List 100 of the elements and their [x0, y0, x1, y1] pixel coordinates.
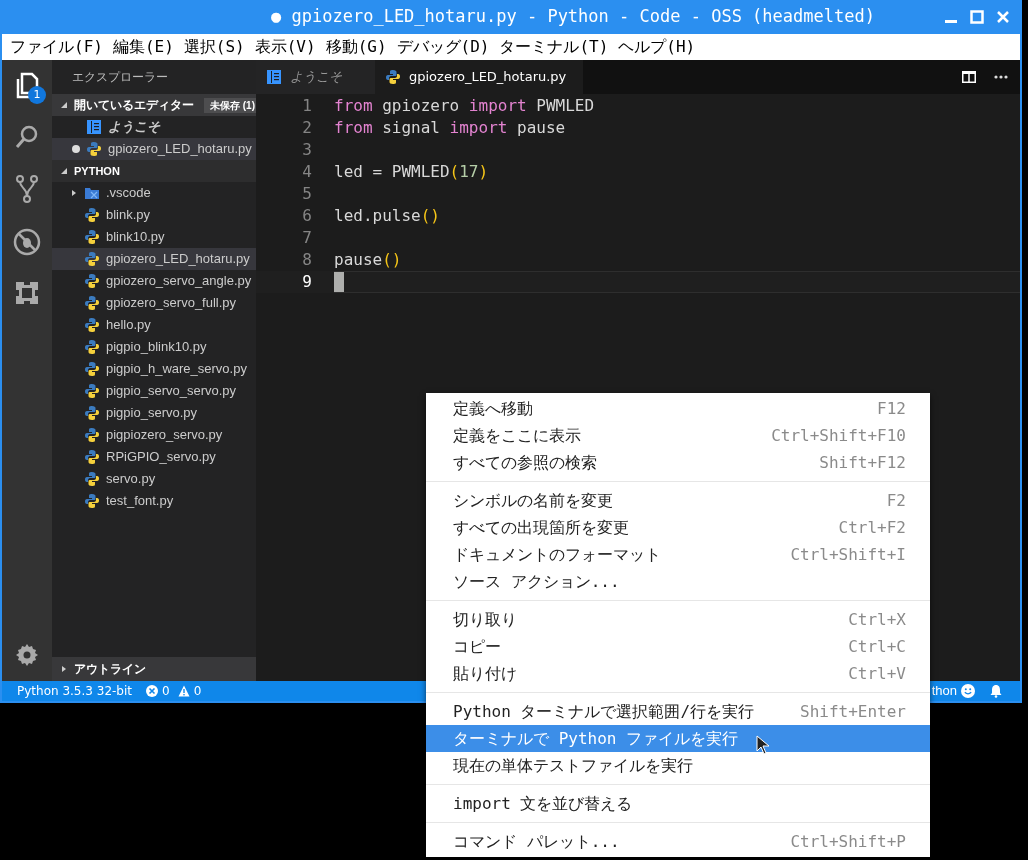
context-menu-item[interactable]: すべての参照の検索 Shift+F12 [426, 449, 930, 476]
context-menu-item[interactable]: コピー Ctrl+C [426, 633, 930, 660]
file-tree-item[interactable]: blink.py [52, 204, 256, 226]
editor-tab[interactable]: gpiozero_LED_hotaru.py [375, 60, 583, 94]
interpreter-status[interactable]: Python 3.5.3 32-bit [17, 682, 132, 700]
file-name: hello.py [106, 316, 151, 335]
file-name: pigpiozero_servo.py [106, 426, 223, 445]
file-tree-item[interactable]: RPiGPIO_servo.py [52, 446, 256, 468]
menu-item[interactable]: 移動(G) [325, 35, 387, 59]
file-tree-item[interactable]: hello.py [52, 314, 256, 336]
smiley-icon[interactable] [961, 684, 975, 698]
line-number: 1 [301, 95, 312, 117]
context-menu-item[interactable]: 定義をここに表示 Ctrl+Shift+F10 [426, 422, 930, 449]
python-icon [84, 493, 100, 509]
menu-item[interactable]: 表示(V) [254, 35, 316, 59]
file-tree-item[interactable]: .vscode [52, 182, 256, 204]
file-tree-item[interactable]: pigpio_blink10.py [52, 336, 256, 358]
line-number: 8 [301, 249, 312, 271]
file-tree-item[interactable]: gpiozero_servo_angle.py [52, 270, 256, 292]
file-tree-item[interactable]: blink10.py [52, 226, 256, 248]
split-editor-icon[interactable] [962, 71, 976, 83]
context-menu-item[interactable]: Python ターミナルで選択範囲/行を実行 Shift+Enter [426, 698, 930, 725]
file-name: pigpio_blink10.py [106, 338, 207, 357]
keyboard-shortcut: Shift+F12 [819, 451, 906, 474]
expanded-caret-icon[interactable] [60, 167, 68, 175]
menu-item[interactable]: デバッグ(D) [396, 35, 490, 59]
context-menu-item[interactable]: コマンド パレット... Ctrl+Shift+P [426, 828, 930, 855]
menu-item[interactable]: ファイル(F) [10, 35, 103, 59]
context-menu-item[interactable]: ドキュメントのフォーマット Ctrl+Shift+I [426, 541, 930, 568]
context-menu-item[interactable]: すべての出現箇所を変更 Ctrl+F2 [426, 514, 930, 541]
section-header[interactable]: アウトライン [52, 657, 256, 681]
python-icon [84, 405, 100, 421]
file-tree-item[interactable]: gpiozero_servo_full.py [52, 292, 256, 314]
document-icon [86, 119, 102, 135]
warning-count[interactable]: 0 [193, 682, 202, 700]
python-icon [84, 449, 100, 465]
files-icon[interactable] [14, 72, 40, 100]
section-header[interactable]: PYTHON [52, 160, 256, 182]
menu-item[interactable]: ヘルプ(H) [618, 35, 696, 59]
unsaved-dot-icon [72, 145, 80, 153]
context-menu-item[interactable]: シンボルの名前を変更 F2 [426, 487, 930, 514]
debug-icon[interactable] [13, 228, 41, 256]
context-menu-item[interactable]: 現在の単体テストファイルを実行 [426, 752, 930, 779]
code-line: led = PWMLED(17) [334, 161, 489, 183]
python-icon [86, 141, 102, 157]
error-icon[interactable] [146, 685, 158, 697]
python-icon [84, 317, 100, 333]
editor-tab[interactable]: ようこそ [256, 60, 375, 94]
file-tree-item[interactable]: gpiozero_LED_hotaru.py [52, 248, 256, 270]
file-tree-item[interactable]: pigpiozero_servo.py [52, 424, 256, 446]
python-icon [84, 361, 100, 377]
line-number: 4 [301, 161, 312, 183]
close-icon[interactable] [996, 10, 1010, 24]
source-control-icon[interactable] [15, 174, 39, 204]
error-count[interactable]: 0 [162, 682, 170, 700]
context-menu-item[interactable]: ソース アクション... [426, 568, 930, 595]
window-title: ● gpiozero_LED_hotaru.py - Python - Code - OSS (headmelted) [270, 5, 876, 29]
file-name: blink10.py [106, 228, 165, 247]
file-tree-item[interactable]: test_font.py [52, 490, 256, 512]
python-icon [84, 229, 100, 245]
context-menu-item[interactable]: 定義へ移動 F12 [426, 395, 930, 422]
context-menu-item[interactable]: 貼り付け Ctrl+V [426, 660, 930, 687]
extensions-icon[interactable] [14, 280, 40, 306]
file-name: RPiGPIO_servo.py [106, 448, 216, 467]
maximize-icon[interactable] [970, 10, 984, 24]
file-name: servo.py [106, 470, 156, 489]
file-tree-item[interactable]: pigpio_servo.py [52, 402, 256, 424]
search-icon[interactable] [14, 124, 40, 150]
line-number: 7 [301, 227, 312, 249]
line-number: 5 [301, 183, 312, 205]
file-name: .vscode [106, 184, 151, 203]
menu-item[interactable]: ターミナル(T) [499, 35, 609, 59]
section-header[interactable]: 開いているエディター 未保存 (1) [52, 94, 256, 116]
settings-icon[interactable] [15, 643, 39, 667]
file-tree-item[interactable]: pigpio_servo_servo.py [52, 380, 256, 402]
file-name: pigpio_servo_servo.py [106, 382, 237, 401]
python-icon [84, 251, 100, 267]
warning-icon[interactable] [177, 685, 190, 697]
file-name: gpiozero_servo_angle.py [106, 272, 252, 291]
python-icon [385, 69, 401, 85]
file-tree-item[interactable]: pigpio_h_ware_servo.py [52, 358, 256, 380]
file-tree-item[interactable]: servo.py [52, 468, 256, 490]
collapsed-caret-icon[interactable] [70, 189, 78, 197]
bell-icon[interactable] [989, 684, 1003, 698]
collapsed-caret-icon[interactable] [60, 665, 68, 673]
open-editor-item[interactable]: gpiozero_LED_hotaru.py [52, 138, 256, 160]
context-menu-item[interactable]: 切り取り Ctrl+X [426, 606, 930, 633]
context-menu-item[interactable]: import 文を並び替える [426, 790, 930, 817]
menu-item[interactable]: 選択(S) [183, 35, 245, 59]
more-icon[interactable] [994, 75, 1008, 79]
file-name: pigpio_h_ware_servo.py [106, 360, 247, 379]
open-editor-item[interactable]: ようこそ [52, 116, 256, 138]
keyboard-shortcut: Ctrl+X [848, 608, 906, 631]
language-status[interactable]: thon [931, 681, 957, 701]
menu-item[interactable]: 編集(E) [112, 35, 174, 59]
file-name: ようこそ [108, 118, 160, 137]
keyboard-shortcut: Ctrl+F2 [838, 516, 906, 539]
line-number: 3 [301, 139, 312, 161]
keyboard-shortcut: Ctrl+C [848, 635, 906, 658]
expanded-caret-icon[interactable] [60, 101, 68, 109]
